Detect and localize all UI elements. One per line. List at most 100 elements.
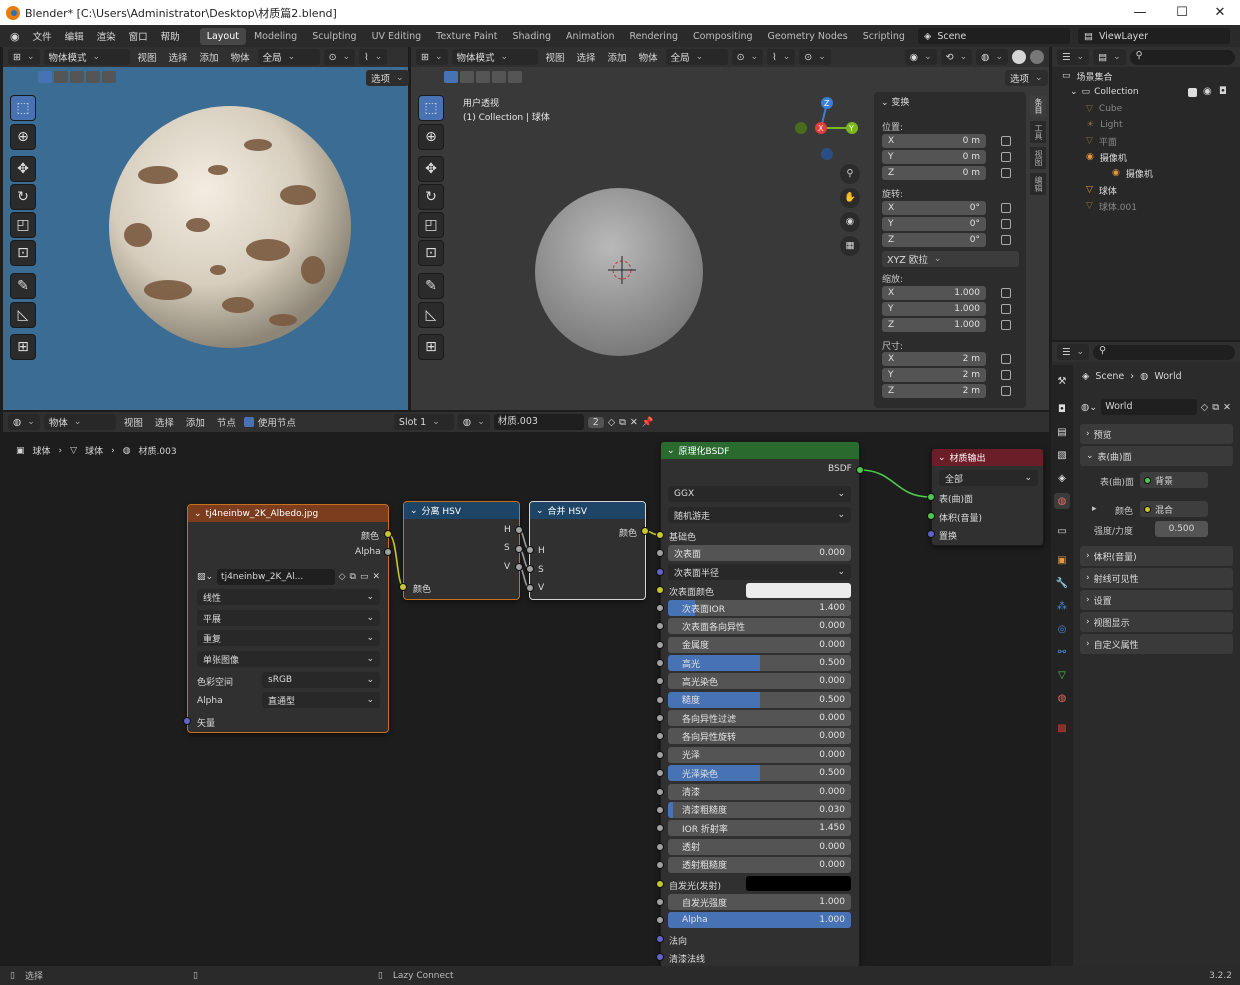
node-links [387,469,931,589]
bsdf-field-11[interactable]: 清漆粗糙度 0.030 [668,801,851,818]
colorspace-label: 色彩空间 [197,678,234,688]
sep-out-v-socket[interactable] [515,563,523,571]
subsurface-socket[interactable] [656,549,664,557]
bsdf-field-14[interactable]: 透射粗糙度 0.000 [668,856,851,873]
image-name-field[interactable]: tj4neinbw_2K_Al... [217,568,335,585]
image-datablock[interactable]: ▨⌄ tj4neinbw_2K_Al... ◇ ⧉ ▭ ✕ [197,568,380,585]
comb-in-h-socket[interactable] [526,546,534,554]
bsdf-input-socket[interactable] [656,805,664,814]
bsdf-input-socket[interactable] [656,604,664,612]
normal-socket[interactable] [656,935,664,943]
bsdf-field-3[interactable]: 高光 0.500 [668,655,851,672]
clearcoat-normal-label: 清漆法线 [669,955,706,965]
emission-strength-field[interactable]: 自发光强度 1.000 [668,894,851,910]
base-color-socket[interactable] [656,531,664,539]
image-out-alpha-socket[interactable] [384,548,392,556]
fake-user-icon[interactable]: ◇ [339,572,346,582]
output-displacement-socket[interactable] [927,530,935,538]
image-out-color-socket[interactable] [384,530,392,538]
sep-out-s-label: S [504,543,510,553]
sep-out-v-label: V [504,562,511,572]
alpha-mode-dropdown[interactable]: 直通型 ⌄ [262,692,380,708]
bsdf-field-1[interactable]: 次表面各向异性 0.000 [668,618,851,635]
sss-method-dropdown[interactable]: 随机游走 ⌄ [668,507,851,523]
colorspace-dropdown[interactable]: sRGB ⌄ [262,672,380,688]
image-browse-icon[interactable]: ▨⌄ [197,572,213,582]
bsdf-input-socket[interactable] [656,659,664,668]
emission-strength-socket[interactable] [656,898,664,906]
blender-version: 3.2.2 [1209,970,1232,981]
bsdf-input-socket[interactable] [656,860,664,869]
comb-in-v-label: V [538,583,545,593]
sep-in-color-socket[interactable] [399,583,407,591]
combine-hsv-node[interactable]: ⌄ 合并 HSV [529,501,646,600]
alpha-socket[interactable] [656,916,664,924]
sep-out-h-socket[interactable] [515,526,523,534]
output-node-header[interactable]: ⌄ 材质输出 [932,449,1043,466]
bsdf-input-socket[interactable] [656,842,664,851]
subsurface-field[interactable]: 次表面 0.000 [668,545,851,561]
output-target-dropdown[interactable]: 全部 ⌄ [939,470,1038,486]
subsurface-color-socket[interactable] [656,586,664,594]
mouse-right-icon: ▯ [377,970,383,981]
bsdf-field-8[interactable]: 光泽 0.000 [668,746,851,763]
bsdf-field-0[interactable]: 次表面IOR 1.400 [668,600,851,616]
image-out-alpha-label: Alpha [355,547,381,557]
sep-in-color-label: 颜色 [413,585,432,595]
projection-dropdown[interactable]: 平展 ⌄ [197,610,380,626]
open-folder-icon[interactable]: ▭ [360,572,369,582]
image-in-vector-socket[interactable] [183,717,191,725]
emission-label: 自发光(发射) [669,882,722,892]
subsurface-radius-field[interactable]: 次表面半径 ⌄ [668,564,851,580]
bsdf-input-socket[interactable] [656,695,664,704]
comb-in-s-socket[interactable] [526,565,534,573]
alpha-field[interactable]: Alpha 1.000 [668,912,851,928]
subsurface-radius-socket[interactable] [656,568,664,576]
bsdf-field-7[interactable]: 各向异性旋转 0.000 [668,728,851,745]
bsdf-field-12[interactable]: IOR 折射率 1.450 [668,820,851,837]
output-displacement-label: 置换 [939,532,958,542]
bsdf-input-socket[interactable] [656,640,664,649]
base-color-label: 基础色 [669,533,697,543]
bsdf-out-label: BSDF [828,464,852,474]
bsdf-field-9[interactable]: 光泽染色 0.500 [668,765,851,782]
comb-out-color-socket[interactable] [641,527,649,535]
value-fill [668,801,674,818]
bsdf-field-6[interactable]: 各向异性过滤 0.000 [668,710,851,727]
emission-socket[interactable] [656,880,664,888]
status-select: 选择 [24,972,43,982]
source-dropdown[interactable]: 单张图像 ⌄ [197,651,380,667]
bsdf-field-4[interactable]: 高光染色 0.000 [668,673,851,690]
image-node-header[interactable]: ⌄ tj4neinbw_2K_Albedo.jpg [188,505,388,522]
interpolation-dropdown[interactable]: 线性 ⌄ [197,589,380,605]
bsdf-field-5[interactable]: 糙度 0.500 [668,691,851,708]
sep-out-s-socket[interactable] [515,545,523,553]
image-in-vector-label: 矢量 [197,719,216,729]
subsurface-color-label: 次表面颜色 [669,588,715,598]
output-surface-socket[interactable] [927,493,935,501]
output-volume-socket[interactable] [927,512,935,520]
bsdf-header[interactable]: ⌄ 原理化BSDF [661,442,859,459]
comb-in-s-label: S [538,565,544,575]
output-volume-label: 体积(音量) [939,514,983,524]
bsdf-field-10[interactable]: 清漆 0.000 [668,783,851,800]
separate-hsv-header[interactable]: ⌄ 分离 HSV [404,502,519,519]
bsdf-field-2[interactable]: 金属度 0.000 [668,636,851,653]
mouse-middle-icon: ▯ [192,970,198,981]
bsdf-field-13[interactable]: 透射 0.000 [668,838,851,855]
mouse-left-icon: ▯ [10,970,15,981]
combine-hsv-header[interactable]: ⌄ 合并 HSV [530,502,645,519]
extension-dropdown[interactable]: 重复 ⌄ [197,630,380,646]
distribution-dropdown[interactable]: GGX ⌄ [668,486,851,502]
clearcoat-normal-socket[interactable] [656,953,664,961]
bsdf-input-socket[interactable] [656,787,664,796]
output-surface-label: 表(曲)面 [939,495,974,505]
duplicate-icon[interactable]: ⧉ [350,572,356,582]
bsdf-out-socket[interactable] [856,466,864,474]
unlink-icon[interactable]: ✕ [372,572,380,582]
emission-color-swatch[interactable] [746,876,851,891]
comb-in-v-socket[interactable] [526,584,534,592]
bsdf-input-socket[interactable] [656,750,664,759]
subsurface-color-swatch[interactable] [746,583,851,598]
comb-in-h-label: H [538,546,545,556]
